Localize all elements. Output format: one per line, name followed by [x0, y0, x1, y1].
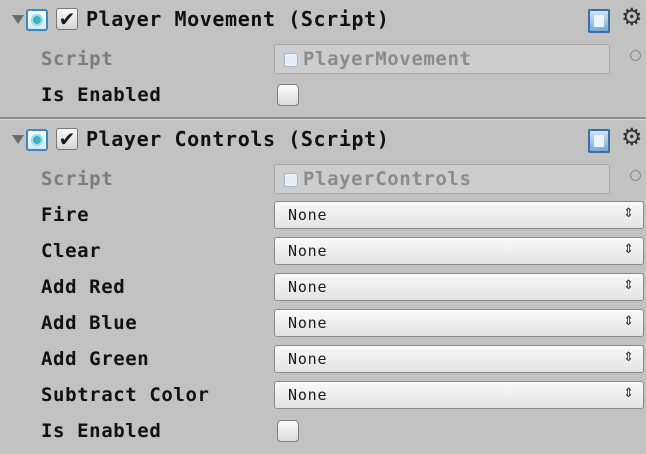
inspector-panel: ✔ Player Movement (Script) ⚙ Script Play…	[0, 0, 646, 450]
add-green-popup[interactable]: None ⇕	[274, 345, 644, 373]
up-down-arrows-icon: ⇕	[623, 350, 634, 365]
popup-value: None	[288, 206, 328, 224]
add-blue-popup[interactable]: None ⇕	[274, 309, 644, 337]
script-icon	[26, 9, 48, 31]
field-row-add-red: Add Red None ⇕	[0, 270, 646, 306]
component-header[interactable]: ✔ Player Movement (Script) ⚙	[0, 0, 646, 42]
component-header[interactable]: ✔ Player Controls (Script) ⚙	[0, 120, 646, 162]
is-enabled-checkbox[interactable]	[277, 420, 299, 442]
field-label: Add Blue	[41, 312, 138, 334]
field-label: Fire	[41, 204, 90, 226]
component-player-movement: ✔ Player Movement (Script) ⚙ Script Play…	[0, 0, 646, 114]
component-enabled-checkbox[interactable]: ✔	[56, 8, 78, 30]
script-icon	[26, 129, 48, 151]
gear-icon[interactable]: ⚙	[621, 125, 643, 149]
is-enabled-row: Is Enabled	[0, 414, 646, 450]
field-row-clear: Clear None ⇕	[0, 234, 646, 270]
up-down-arrows-icon: ⇕	[623, 278, 634, 293]
gear-icon[interactable]: ⚙	[621, 5, 643, 29]
up-down-arrows-icon: ⇕	[623, 386, 634, 401]
script-value: PlayerControls	[303, 168, 472, 190]
script-label: Script	[41, 48, 114, 70]
object-picker-icon[interactable]	[630, 170, 641, 181]
script-reference-field[interactable]: PlayerMovement	[274, 44, 610, 74]
field-row-fire: Fire None ⇕	[0, 198, 646, 234]
field-row-subtract-color: Subtract Color None ⇕	[0, 378, 646, 414]
component-title: Player Controls (Script)	[86, 127, 390, 151]
script-icon	[284, 173, 298, 187]
popup-value: None	[288, 350, 328, 368]
foldout-arrow-icon[interactable]	[12, 135, 24, 144]
popup-value: None	[288, 314, 328, 332]
field-label: Subtract Color	[41, 384, 210, 406]
up-down-arrows-icon: ⇕	[623, 206, 634, 221]
popup-value: None	[288, 386, 328, 404]
script-row: Script PlayerMovement	[0, 42, 646, 78]
script-icon	[284, 53, 298, 67]
field-row-add-blue: Add Blue None ⇕	[0, 306, 646, 342]
is-enabled-label: Is Enabled	[41, 420, 162, 442]
is-enabled-checkbox[interactable]	[277, 84, 299, 106]
script-row: Script PlayerControls	[0, 162, 646, 198]
help-book-icon[interactable]	[588, 129, 610, 153]
up-down-arrows-icon: ⇕	[623, 314, 634, 329]
popup-value: None	[288, 278, 328, 296]
field-label: Add Green	[41, 348, 150, 370]
up-down-arrows-icon: ⇕	[623, 242, 634, 257]
add-red-popup[interactable]: None ⇕	[274, 273, 644, 301]
help-book-icon[interactable]	[588, 9, 610, 33]
field-label: Add Red	[41, 276, 126, 298]
field-label: Clear	[41, 240, 102, 262]
popup-value: None	[288, 242, 328, 260]
component-player-controls: ✔ Player Controls (Script) ⚙ Script Play…	[0, 120, 646, 450]
is-enabled-row: Is Enabled	[0, 78, 646, 114]
fire-popup[interactable]: None ⇕	[274, 201, 644, 229]
is-enabled-label: Is Enabled	[41, 84, 162, 106]
object-picker-icon[interactable]	[630, 50, 641, 61]
component-enabled-checkbox[interactable]: ✔	[56, 128, 78, 150]
script-value: PlayerMovement	[303, 48, 472, 70]
subtract-color-popup[interactable]: None ⇕	[274, 381, 644, 409]
script-label: Script	[41, 168, 114, 190]
clear-popup[interactable]: None ⇕	[274, 237, 644, 265]
script-reference-field[interactable]: PlayerControls	[274, 164, 610, 194]
field-row-add-green: Add Green None ⇕	[0, 342, 646, 378]
foldout-arrow-icon[interactable]	[12, 15, 24, 24]
component-title: Player Movement (Script)	[86, 7, 390, 31]
